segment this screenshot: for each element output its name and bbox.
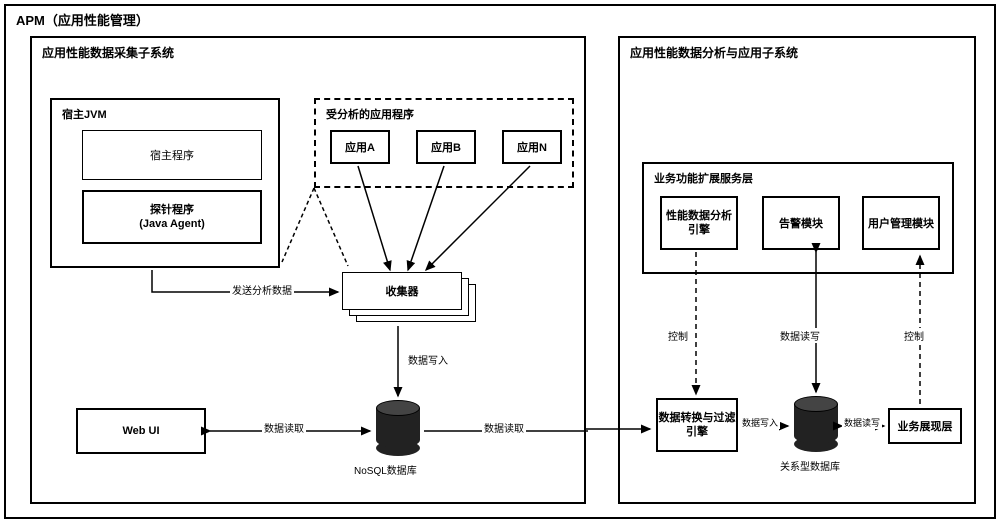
app-n-box: 应用N [502,130,562,164]
user-mgmt-box: 用户管理模块 [862,196,940,250]
perf-engine-box: 性能数据分析引擎 [660,196,738,250]
apps-title: 受分析的应用程序 [326,106,414,122]
service-layer-container: 业务功能扩展服务层 性能数据分析引擎 告警模块 用户管理模块 [642,162,954,274]
nosql-label: NoSQL数据库 [354,462,417,477]
data-write-label-2: 数据写入 [740,416,780,429]
collector-stack: 收集器 [342,272,476,322]
left-sys-title: 应用性能数据采集子系统 [42,44,174,61]
jvm-container: 宿主JVM 宿主程序 探针程序 (Java Agent) [50,98,280,268]
right-sys-title: 应用性能数据分析与应用子系统 [630,44,798,61]
rel-db-icon [794,396,838,452]
apps-container: 受分析的应用程序 应用A 应用B 应用N [314,98,574,188]
data-rw-label-1: 数据读写 [778,328,822,343]
main-title: APM（应用性能管理） [16,10,149,29]
conv-engine-box: 数据转换与过滤引擎 [656,398,738,452]
webui-box: Web UI [76,408,206,454]
jvm-title: 宿主JVM [62,106,107,122]
alarm-box: 告警模块 [762,196,840,250]
data-write-label-1: 数据写入 [406,352,450,367]
data-rw-label-2: 数据读写 [842,416,882,429]
data-read-label-2: 数据读取 [482,420,526,435]
biz-layer-box: 业务展现层 [888,408,962,444]
data-read-label-1: 数据读取 [262,420,306,435]
apm-container: APM（应用性能管理） 应用性能数据采集子系统 宿主JVM 宿主程序 探针程序 … [4,4,996,519]
app-b-box: 应用B [416,130,476,164]
rel-db-label: 关系型数据库 [780,458,840,473]
host-program-box: 宿主程序 [82,130,262,180]
nosql-db-icon [376,400,420,456]
send-data-label: 发送分析数据 [230,282,294,297]
control-label-1: 控制 [666,328,690,343]
agent-box: 探针程序 (Java Agent) [82,190,262,244]
app-a-box: 应用A [330,130,390,164]
service-layer-title: 业务功能扩展服务层 [654,170,753,186]
collection-subsystem: 应用性能数据采集子系统 宿主JVM 宿主程序 探针程序 (Java Agent)… [30,36,586,504]
control-label-2: 控制 [902,328,926,343]
analysis-subsystem: 应用性能数据分析与应用子系统 业务功能扩展服务层 性能数据分析引擎 告警模块 用… [618,36,976,504]
collector-box: 收集器 [342,272,462,310]
